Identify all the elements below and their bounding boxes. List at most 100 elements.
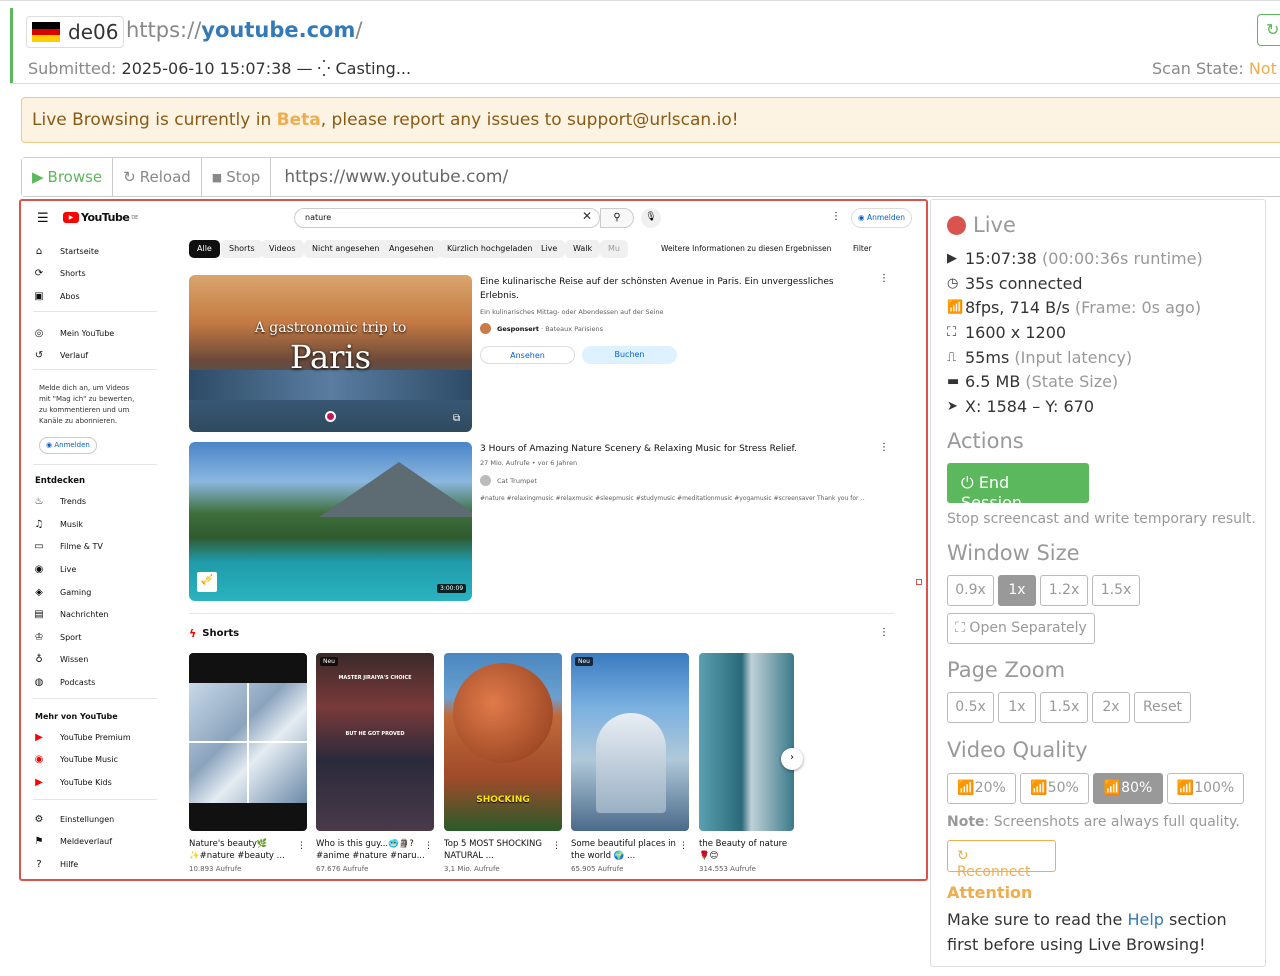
movie-icon: ▭: [34, 541, 44, 552]
live-dot-icon: [947, 215, 966, 235]
refresh-button[interactable]: ↻: [1257, 14, 1280, 46]
sidebar-item-podcasts[interactable]: ◍ Podcasts: [33, 677, 96, 688]
short-title-1[interactable]: Nature's beauty🌿✨#nature #beauty ...: [189, 838, 299, 862]
browse-button[interactable]: ▶ Browse: [22, 158, 114, 196]
ad-title[interactable]: Eine kulinarische Reise auf der schönste…: [480, 275, 860, 303]
short-title-4[interactable]: Some beautiful places in the world 🌍 ...: [571, 838, 681, 862]
reconnect-button[interactable]: ↻ Reconnect: [947, 840, 1056, 880]
open-separately-button[interactable]: ⛶ Open Separately: [947, 613, 1095, 644]
yt-search-input[interactable]: nature: [294, 208, 600, 228]
video-thumbnail[interactable]: 🎺 3:00:09: [189, 442, 472, 601]
chip-videos[interactable]: Videos: [261, 240, 304, 258]
sidebar-item-report[interactable]: ⚑ Meldeverlauf: [33, 836, 113, 847]
quality-20[interactable]: 📶20%: [947, 773, 1016, 804]
short-card-2[interactable]: Neu MASTER JIRAIYA'S CHOICE BUT HE GOT P…: [316, 653, 434, 831]
more-icon[interactable]: ⋮: [831, 211, 841, 222]
ad-more-icon[interactable]: ⋮: [879, 273, 889, 284]
chip-all[interactable]: Alle: [189, 240, 220, 258]
sidebar-item-history[interactable]: ↺ Verlauf: [33, 350, 88, 361]
sidebar-item-premium[interactable]: ▶ YouTube Premium: [33, 732, 131, 743]
sidebar-item-home[interactable]: ⌂ Startseite: [33, 246, 99, 257]
reload-button[interactable]: ↻ Reload: [113, 158, 202, 196]
short-card-4[interactable]: Neu: [571, 653, 689, 831]
short-card-3[interactable]: SHOCKING: [444, 653, 562, 831]
chip-music[interactable]: Mu: [600, 240, 628, 258]
sidebar-item-help[interactable]: ? Hilfe: [33, 859, 78, 870]
short-title-3[interactable]: Top 5 MOST SHOCKING NATURAL ...: [444, 838, 554, 862]
sidebar-signin-button[interactable]: ◉ Anmelden: [39, 437, 97, 454]
short-more-icon[interactable]: ⋮: [679, 841, 688, 851]
quality-50[interactable]: 📶50%: [1020, 773, 1089, 804]
window-size-1-2x[interactable]: 1.2x: [1040, 575, 1088, 606]
short-card-1[interactable]: [189, 653, 307, 831]
time-row: ▶ 15:07:38 (00:00:36s runtime): [947, 249, 1203, 268]
zoom-reset[interactable]: Reset: [1134, 692, 1191, 723]
short-title-5[interactable]: the Beauty of nature🌹😊: [699, 838, 794, 862]
zoom-1x[interactable]: 1x: [998, 692, 1036, 723]
video-more-icon[interactable]: ⋮: [879, 442, 889, 453]
thumb-line2: Paris: [289, 338, 372, 376]
zoom-1-5x[interactable]: 1.5x: [1040, 692, 1088, 723]
chip-unwatched[interactable]: Nicht angesehen: [304, 240, 388, 258]
menu-icon[interactable]: ☰: [37, 211, 49, 226]
zoom-2x[interactable]: 2x: [1092, 692, 1130, 723]
short-more-icon[interactable]: ⋮: [424, 841, 433, 851]
yt-signin-button[interactable]: ◉ Anmelden: [851, 208, 912, 228]
quality-100[interactable]: 📶100%: [1167, 773, 1244, 804]
sidebar-item-music[interactable]: ♫ Musik: [33, 519, 83, 530]
sidebar-item-you[interactable]: ◎ Mein YouTube: [33, 328, 115, 339]
sidebar-item-settings[interactable]: ⚙ Einstellungen: [33, 814, 115, 825]
ad-book-button[interactable]: Buchen: [582, 346, 677, 364]
window-size-1x[interactable]: 1x: [998, 575, 1036, 606]
scan-header: de06 https://youtube.com/ Submitted: 202…: [0, 0, 1280, 84]
fps-row: 📶 8fps, 714 B/s (Frame: 0s ago): [947, 298, 1202, 317]
attention-heading: Attention: [947, 883, 1033, 902]
video-channel[interactable]: Cat Trumpet: [480, 475, 537, 486]
short-more-icon[interactable]: ⋮: [552, 841, 561, 851]
cursor-icon: ➤: [947, 399, 958, 414]
short-more-icon[interactable]: ⋮: [297, 841, 306, 851]
chip-shorts[interactable]: Shorts: [221, 240, 263, 258]
ad-view-button[interactable]: Ansehen: [480, 346, 575, 364]
microphone-icon[interactable]: 🎙: [641, 208, 661, 228]
window-size-0-9x[interactable]: 0.9x: [947, 575, 994, 606]
sidebar-item-news[interactable]: ▤ Nachrichten: [33, 609, 108, 620]
sidebar-item-subscriptions[interactable]: ▣ Abos: [33, 291, 79, 302]
sidebar-item-live[interactable]: ◉ Live: [33, 564, 77, 575]
video-title[interactable]: 3 Hours of Amazing Nature Scenery & Rela…: [480, 444, 860, 454]
actions-heading: Actions: [947, 429, 1024, 453]
shorts-more-icon[interactable]: ⋮: [879, 627, 889, 638]
sidebar-item-shorts[interactable]: ⟳ Shorts: [33, 268, 86, 279]
scroll-right-button[interactable]: ›: [781, 748, 803, 770]
sidebar-item-trends[interactable]: ♨ Trends: [33, 496, 87, 507]
clear-icon[interactable]: ✕: [582, 209, 592, 223]
search-icon[interactable]: ⚲: [600, 208, 634, 228]
screencast-view[interactable]: ☰ ▶ YouTube DE nature ✕ ⚲ 🎙 ⋮ ◉ Anmelden…: [19, 199, 928, 881]
address-input[interactable]: https://www.youtube.com/: [271, 158, 521, 196]
chip-recent[interactable]: Kürzlich hochgeladen: [439, 240, 541, 258]
end-session-button[interactable]: ⏻ End Session: [947, 463, 1089, 512]
sidebar-item-sport[interactable]: ♔ Sport: [33, 632, 82, 643]
chip-live[interactable]: Live: [533, 240, 566, 258]
sidebar-item-kids[interactable]: ▶ YouTube Kids: [33, 777, 112, 788]
window-size-1-5x[interactable]: 1.5x: [1092, 575, 1140, 606]
ad-thumbnail[interactable]: A gastronomic trip to Paris ⧉: [189, 275, 472, 432]
quality-80[interactable]: 📶80%: [1093, 773, 1163, 804]
sidebar-item-gaming[interactable]: ◈ Gaming: [33, 587, 91, 598]
sidebar-item-movies[interactable]: ▭ Filme & TV: [33, 541, 103, 552]
short-title-2[interactable]: Who is this guy...🥶🗿? #anime #nature #na…: [316, 838, 426, 862]
chip-walk[interactable]: Walk: [565, 240, 601, 258]
resolution-row: ⛶ 1600 x 1200: [947, 323, 1067, 342]
sidebar-item-ytmusic[interactable]: ◉ YouTube Music: [33, 754, 118, 765]
short-card-5[interactable]: [699, 653, 794, 831]
stop-button[interactable]: ■ Stop: [201, 158, 272, 196]
filter-button[interactable]: Filter: [853, 244, 872, 253]
youtube-logo[interactable]: ▶ YouTube DE: [63, 211, 138, 224]
more-info-link[interactable]: Weitere Informationen zu diesen Ergebnis…: [661, 244, 831, 253]
sidebar-item-learning[interactable]: ♁ Wissen: [33, 654, 88, 665]
flag-icon: ⚑: [34, 836, 44, 847]
scanned-url[interactable]: https://youtube.com/: [126, 18, 362, 42]
chip-watched[interactable]: Angesehen: [381, 240, 442, 258]
zoom-0-5x[interactable]: 0.5x: [947, 692, 994, 723]
help-link[interactable]: Help: [1127, 910, 1163, 929]
